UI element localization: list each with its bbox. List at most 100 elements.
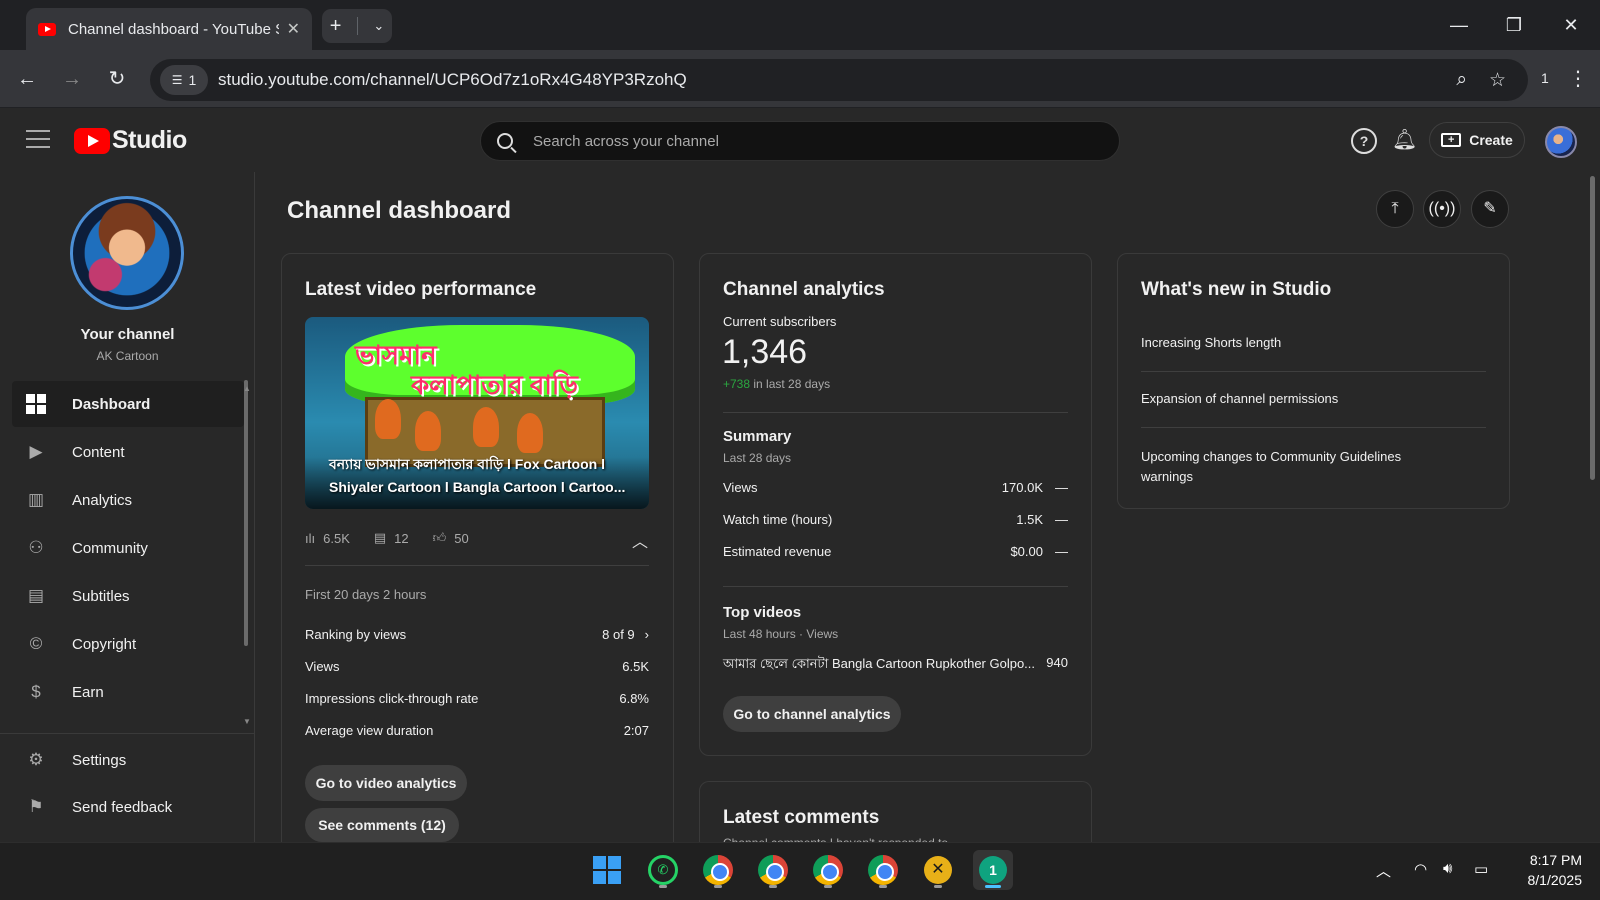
minimize-icon[interactable]: — [1436, 10, 1482, 40]
content-icon: ▶︎ [29, 442, 43, 461]
divider [305, 565, 649, 566]
whats-new-item[interactable]: Increasing Shorts length [1141, 335, 1471, 350]
chrome-profile-4-icon[interactable] [863, 850, 903, 890]
zoom-icon[interactable]: ⌕ [1456, 69, 1467, 91]
battery-icon[interactable]: ▭ [1474, 860, 1488, 878]
go-to-video-analytics-button[interactable]: Go to video analytics [305, 765, 467, 801]
scroll-up-arrow-icon[interactable]: ▲ [243, 384, 251, 393]
subscribers-change-value: +738 [723, 377, 751, 391]
avd-row: Average view duration 2:07 [305, 723, 649, 738]
reload-icon[interactable]: ↻ [100, 62, 134, 96]
chevron-right-icon: › [644, 627, 649, 642]
system-clock[interactable]: 8:17 PM 8/1/2025 [1502, 850, 1583, 890]
bookmark-star-icon[interactable]: ☆ [1489, 69, 1506, 92]
whats-new-item[interactable]: Upcoming changes to Community Guidelines… [1141, 447, 1431, 487]
forward-icon[interactable]: → [55, 62, 89, 96]
row-label: Estimated revenue [723, 544, 832, 559]
active-app-icon[interactable]: 1 [973, 850, 1013, 890]
video-comments: 12 [394, 530, 409, 546]
ctr-row: Impressions click-through rate 6.8% [305, 691, 649, 706]
sidebar-item-dashboard[interactable]: Dashboard [12, 381, 244, 427]
volume-icon[interactable]: 🔊︎ [1443, 860, 1452, 877]
youtube-favicon-icon [38, 22, 56, 36]
browser-menu-icon[interactable]: ⋮ [1568, 66, 1588, 91]
sidebar-item-copyright[interactable]: © Copyright [12, 621, 244, 667]
create-post-icon[interactable]: ✎ [1471, 190, 1509, 228]
top-video-row[interactable]: আমার ছেলে কোনটা Bangla Cartoon Rupkother… [723, 655, 1068, 676]
url-text[interactable]: studio.youtube.com/channel/UCP6Od7z1oRx4… [218, 70, 1456, 90]
restore-icon[interactable]: ❐ [1491, 10, 1537, 40]
summary-views-row: Views 170.0K — [723, 480, 1068, 495]
close-window-icon[interactable]: ✕ [1548, 10, 1594, 40]
subscribers-change-period: in last 28 days [753, 377, 831, 391]
sidebar-item-content[interactable]: ▶︎ Content [12, 429, 244, 475]
chrome-profile-2-icon[interactable] [753, 850, 793, 890]
create-label: Create [1469, 132, 1513, 148]
search-placeholder: Search across your channel [533, 132, 719, 150]
new-tab-icon[interactable]: + [330, 15, 342, 38]
sidebar-scrollbar[interactable] [244, 380, 248, 646]
copyright-icon: © [29, 634, 43, 653]
back-icon[interactable]: ← [10, 62, 44, 96]
sidebar-item-community[interactable]: ⚇ Community [12, 525, 244, 571]
top-video-views: 940 [1046, 655, 1068, 670]
sidebar-item-label: Earn [72, 683, 104, 701]
video-thumbnail[interactable]: ভাসমান কলাপাতার বাড়ি বন্যায় ভাসমান কলা… [305, 317, 649, 509]
channel-avatar[interactable] [70, 196, 184, 310]
tab-close-icon[interactable]: ✕ [287, 19, 300, 39]
extensions-count[interactable]: 1 [1541, 70, 1549, 86]
notifications-bell-icon[interactable]: 🔔︎ [1392, 127, 1417, 152]
divider [723, 586, 1068, 587]
collapse-chevron-icon[interactable]: ︿ [632, 528, 648, 552]
scroll-down-arrow-icon[interactable]: ▼ [243, 717, 251, 726]
channel-name: AK Cartoon [96, 349, 159, 363]
divider [1141, 427, 1486, 428]
windows-start-icon[interactable] [587, 850, 627, 890]
app-x-icon[interactable]: ✕ [918, 850, 958, 890]
browser-tab[interactable]: Channel dashboard - YouTube Studio ✕ [26, 8, 312, 50]
ranking-row[interactable]: Ranking by views 8 of 9 › [305, 627, 649, 642]
sidebar-item-analytics[interactable]: ▥ Analytics [12, 477, 244, 523]
hamburger-menu-icon[interactable] [26, 130, 50, 148]
omnibox[interactable]: ☰ 1 studio.youtube.com/channel/UCP6Od7z1… [150, 59, 1528, 101]
studio-logo[interactable]: Studio [74, 126, 187, 155]
row-value: 6.5K [622, 659, 649, 674]
chrome-profile-3-icon[interactable] [808, 850, 848, 890]
tune-icon: ☰ [171, 73, 183, 87]
help-icon[interactable]: ? [1351, 128, 1377, 154]
subscribers-change: +738 in last 28 days [723, 377, 830, 391]
channel-analytics-title: Channel analytics [723, 279, 885, 300]
row-value: 8 of 9 › [602, 627, 649, 642]
sidebar-item-settings[interactable]: ⚙ Settings [12, 737, 244, 783]
upload-icon[interactable]: ⤒ [1376, 190, 1414, 228]
dashboard-icon [26, 394, 46, 414]
row-label: Impressions click-through rate [305, 691, 479, 706]
whatsapp-icon[interactable]: ✆ [643, 850, 683, 890]
main-scrollbar[interactable] [1590, 176, 1595, 480]
row-label: Ranking by views [305, 627, 407, 642]
sidebar-item-earn[interactable]: $ Earn [12, 669, 244, 715]
see-comments-button[interactable]: See comments (12) [305, 808, 459, 842]
go-live-icon[interactable]: ((•)) [1423, 190, 1461, 228]
account-avatar[interactable] [1545, 126, 1577, 158]
sidebar-item-send-feedback[interactable]: ⚑ Send feedback [12, 784, 244, 830]
summary-watch-time-row: Watch time (hours) 1.5K — [723, 512, 1068, 527]
whats-new-item[interactable]: Expansion of channel permissions [1141, 391, 1471, 406]
clock-date: 8/1/2025 [1527, 872, 1583, 888]
show-hidden-icons-chevron-icon[interactable]: ︿ [1376, 860, 1391, 881]
top-video-title: আমার ছেলে কোনটা Bangla Cartoon Rupkother… [723, 656, 1036, 671]
your-channel-label[interactable]: Your channel [0, 326, 255, 343]
site-info-button[interactable]: ☰ 1 [160, 65, 208, 95]
site-info-count: 1 [188, 72, 197, 88]
search-input[interactable]: Search across your channel [480, 121, 1120, 161]
latest-comments-title: Latest comments [723, 807, 880, 828]
comment-icon: ▤ [373, 530, 387, 545]
create-button[interactable]: + Create [1429, 122, 1525, 158]
tab-search-chevron-icon[interactable]: ⌄ [373, 18, 384, 34]
wifi-icon[interactable]: ◠ [1414, 860, 1427, 878]
go-to-channel-analytics-button[interactable]: Go to channel analytics [723, 696, 901, 732]
row-label: Views [305, 659, 340, 674]
sidebar-item-subtitles[interactable]: ▤ Subtitles [12, 573, 244, 619]
chrome-profile-1-icon[interactable] [698, 850, 738, 890]
divider [1141, 371, 1486, 372]
